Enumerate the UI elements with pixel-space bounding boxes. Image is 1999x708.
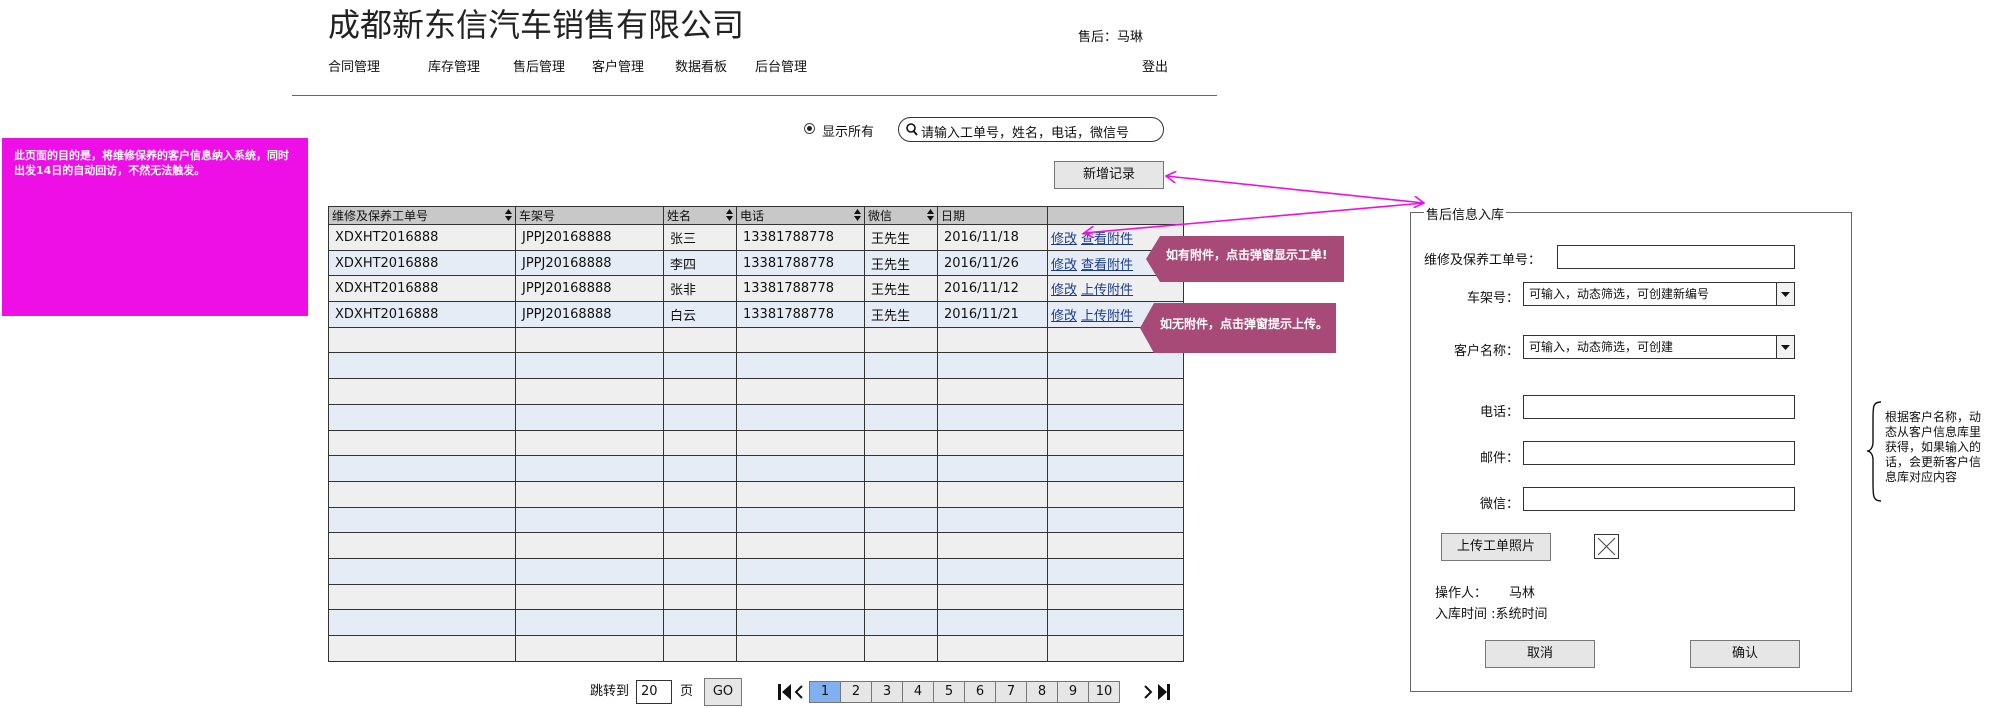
page-numbers: 1 2 3 4 5 6 7 8 9 10 (809, 681, 1120, 703)
vin-select-value: 可输入，动态筛选，可创建新编号 (1529, 287, 1710, 301)
page-number-button[interactable]: 4 (902, 681, 934, 703)
page-number-button[interactable]: 2 (840, 681, 872, 703)
page-number-button[interactable]: 10 (1088, 681, 1120, 703)
page-number-button[interactable]: 9 (1057, 681, 1089, 703)
first-page-icon[interactable] (777, 683, 805, 701)
cancel-button[interactable]: 取消 (1485, 640, 1595, 668)
phone-input[interactable] (1523, 395, 1795, 419)
wechat-input[interactable] (1523, 487, 1795, 511)
go-button[interactable]: GO (704, 678, 742, 706)
page-number-button[interactable]: 1 (809, 681, 841, 703)
operator-value: 马林 (1509, 586, 1536, 601)
brace-icon (1866, 401, 1882, 502)
page-unit-label: 页 (680, 684, 694, 699)
chevron-down-icon[interactable] (1776, 336, 1794, 358)
confirm-button[interactable]: 确认 (1690, 640, 1800, 668)
page-number-button[interactable]: 5 (933, 681, 965, 703)
email-input[interactable] (1523, 441, 1795, 465)
page-number-button[interactable]: 8 (1026, 681, 1058, 703)
upload-photo-button[interactable]: 上传工单照片 (1441, 533, 1551, 561)
photo-placeholder-icon (1594, 534, 1619, 559)
last-page-icon[interactable] (1142, 683, 1172, 701)
page-number-button[interactable]: 3 (871, 681, 903, 703)
vin-label: 车架号： (1466, 291, 1519, 306)
customer-sync-note: 根据客户名称，动态从客户信息库里获得，如果输入的话，会更新客户信息库对应内容 (1885, 410, 1982, 484)
phone-label: 电话： (1479, 405, 1519, 420)
page-number-button[interactable]: 7 (995, 681, 1027, 703)
wechat-label: 微信： (1479, 497, 1519, 512)
operator-label: 操作人： (1435, 586, 1488, 601)
order-number-input[interactable] (1557, 245, 1795, 269)
customer-select-value: 可输入，动态筛选，可创建 (1529, 340, 1674, 354)
customer-label: 客户名称： (1453, 344, 1519, 359)
jump-to-label: 跳转到 (590, 684, 630, 699)
email-label: 邮件： (1479, 451, 1519, 466)
entry-time: 入库时间 :系统时间 (1435, 607, 1548, 622)
chevron-down-icon[interactable] (1776, 283, 1794, 305)
customer-select[interactable]: 可输入，动态筛选，可创建 (1523, 335, 1795, 359)
page-jump-input[interactable]: 20 (636, 680, 672, 704)
order-number-label: 维修及保养工单号： (1424, 253, 1542, 268)
form-title: 售后信息入库 (1424, 204, 1507, 223)
page-number-button[interactable]: 6 (964, 681, 996, 703)
vin-select[interactable]: 可输入，动态筛选，可创建新编号 (1523, 282, 1795, 306)
